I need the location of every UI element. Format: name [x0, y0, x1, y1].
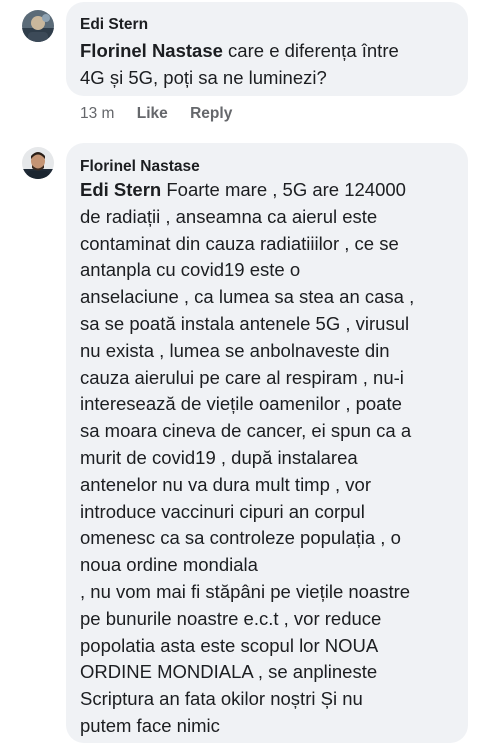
comment-text-line: nu exista , lumea se anbolnaveste din	[80, 339, 390, 361]
comment-bubble: Florinel Nastase Edi Stern Foarte mare ,…	[66, 143, 468, 743]
avatar-edi-stern[interactable]	[22, 10, 54, 42]
comment-text-lines: de radiații , anseamna ca aierul este con…	[80, 204, 468, 740]
comment-edi-stern: Edi Stern Florinel Nastase care e difere…	[0, 0, 485, 140]
comment-text-line: pe bunurile noastre e.c.t , vor reduce	[80, 607, 382, 629]
profile-photo-icon	[22, 147, 54, 179]
comment-text-line: antanpla cu covid19 este o	[80, 259, 301, 281]
reply-button[interactable]: Reply	[190, 105, 232, 123]
comment-text-line: antenelor nu va dura mult timp , vor	[80, 473, 372, 495]
comment-text-line: interesează de viețile oamenilor , poate	[80, 393, 402, 415]
comment-text-line: 4G și 5G, poți sa ne luminezi?	[80, 67, 327, 88]
comment-text-line: omenesc ca sa controleze populația , o	[80, 527, 401, 549]
comment-text-line: ORDINE MONDIALA , se anplineste	[80, 661, 378, 683]
comment-text-line: popolatia asta este scopul lor NOUA	[80, 634, 379, 656]
comment-text-line: sa se poată instala antenele 5G , virusu…	[80, 312, 410, 334]
comment-text-line: Scriptura an fata okilor noștri Și nu	[80, 688, 363, 710]
comment-text-line: putem face nimic	[80, 714, 220, 736]
comment-text-line: anselaciune , ca lumea sa stea an casa ,	[80, 286, 415, 308]
comment-timestamp[interactable]: 13 m	[80, 105, 114, 123]
profile-photo-icon	[22, 10, 54, 42]
like-button[interactable]: Like	[137, 105, 168, 123]
comment-text-line: cauza aierului pe care al respiram , nu-…	[80, 366, 404, 388]
comment-text-line: , nu vom mai fi stăpâni pe viețile noast…	[80, 580, 411, 602]
comment-text-line: de radiații , anseamna ca aierul este	[80, 205, 378, 227]
avatar-florinel-nastase[interactable]	[22, 147, 54, 179]
comment-author[interactable]: Edi Stern	[80, 15, 468, 35]
comment-text: Florinel Nastase care e diferența între …	[80, 37, 468, 91]
comment-actions: 13 m Like Reply	[80, 105, 250, 123]
comment-text-part: Foarte mare , 5G are 124000	[161, 179, 406, 200]
comment-author[interactable]: Florinel Nastase	[80, 157, 468, 177]
comment-text-line: sa moara cineva de cancer, ei spun ca a	[80, 420, 412, 442]
comment-text: Edi Stern Foarte mare , 5G are 124000 de…	[80, 177, 468, 740]
mention-link[interactable]: Edi Stern	[80, 179, 161, 200]
comment-bubble: Edi Stern Florinel Nastase care e difere…	[66, 2, 468, 96]
comment-florinel-nastase: Florinel Nastase Edi Stern Foarte mare ,…	[0, 140, 485, 743]
comment-text-line: introduce vaccinuri cipuri an corpul	[80, 500, 365, 522]
comment-text-line: noua ordine mondiala	[80, 554, 258, 576]
comment-text-line: contaminat din cauza radiatiiilor , ce s…	[80, 232, 399, 254]
mention-link[interactable]: Florinel Nastase	[80, 40, 223, 61]
comment-text-part: care e diferența între	[222, 40, 399, 61]
comment-text-line: murit de covid19 , după instalarea	[80, 446, 358, 468]
